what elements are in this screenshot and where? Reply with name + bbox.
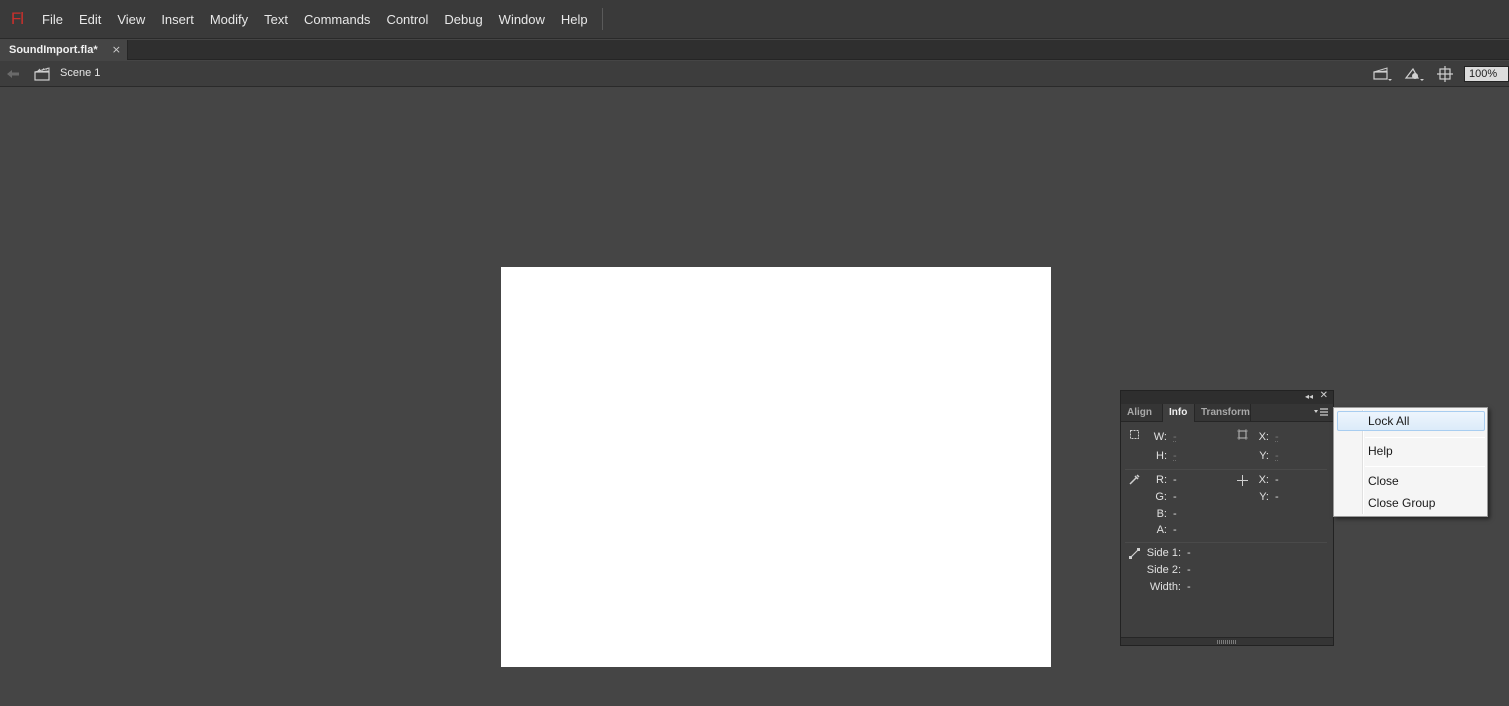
cursor-x-label: X:	[1258, 474, 1269, 486]
panel-tab-bar: Align Info Transform	[1121, 404, 1333, 422]
menu-modify[interactable]: Modify	[202, 0, 256, 39]
crosshair-icon	[1237, 475, 1248, 486]
cursor-y-value: -	[1275, 491, 1279, 503]
width-label: W:	[1153, 431, 1167, 443]
document-tab-label: SoundImport.fla*	[9, 44, 98, 56]
menu-separator	[1365, 437, 1485, 438]
cursor-y-row: Y: -	[1255, 491, 1279, 503]
cursor-y-label: Y:	[1259, 491, 1269, 503]
panel-menu-icon[interactable]	[1313, 407, 1329, 419]
menu-text[interactable]: Text	[256, 0, 296, 39]
red-row: R: -	[1147, 474, 1177, 486]
menu-item-help[interactable]: Help	[1337, 441, 1485, 461]
height-value[interactable]: -	[1173, 450, 1177, 462]
stroke-width-row: Width: -	[1141, 581, 1191, 593]
menu-item-close-group[interactable]: Close Group	[1337, 493, 1485, 513]
red-label: R:	[1156, 474, 1167, 486]
menu-commands[interactable]: Commands	[296, 0, 378, 39]
menu-insert[interactable]: Insert	[153, 0, 202, 39]
panel-divider	[1125, 469, 1327, 470]
stroke-line-icon	[1129, 548, 1140, 559]
menu-item-close[interactable]: Close	[1337, 471, 1485, 491]
panel-titlebar[interactable]: ◂◂ ✕	[1121, 390, 1333, 404]
menu-edit[interactable]: Edit	[71, 0, 109, 39]
document-tab[interactable]: SoundImport.fla* ×	[0, 40, 128, 60]
position-x-value[interactable]: -	[1275, 431, 1279, 443]
flash-logo-icon: Fl	[10, 9, 24, 28]
position-y-value[interactable]: -	[1275, 450, 1279, 462]
green-label: G:	[1155, 491, 1167, 503]
height-label: H:	[1156, 450, 1167, 462]
width-row: W: -	[1147, 431, 1177, 443]
tab-align[interactable]: Align	[1121, 404, 1163, 422]
registration-grid-icon[interactable]	[1237, 429, 1248, 440]
position-y-row: Y: -	[1255, 450, 1279, 462]
center-stage-icon[interactable]	[1436, 66, 1456, 82]
width-value[interactable]: -	[1173, 431, 1177, 443]
bounding-box-icon	[1129, 429, 1140, 440]
edit-scene-icon[interactable]	[1372, 66, 1392, 82]
side2-row: Side 2: -	[1141, 564, 1191, 576]
alpha-value: -	[1173, 524, 1177, 536]
panel-resize-grip[interactable]	[1121, 637, 1333, 645]
blue-label: B:	[1156, 508, 1167, 520]
eyedropper-icon	[1129, 474, 1140, 485]
panel-options-menu: Lock All Help Close Close Group	[1333, 407, 1488, 517]
side1-value: -	[1187, 547, 1191, 559]
side2-label: Side 2:	[1146, 564, 1181, 576]
menu-window[interactable]: Window	[491, 0, 553, 39]
stroke-width-label: Width:	[1149, 581, 1181, 593]
close-tab-icon[interactable]: ×	[112, 43, 121, 56]
side1-label: Side 1:	[1146, 547, 1181, 559]
stage-canvas[interactable]	[501, 267, 1051, 667]
collapse-panel-icon[interactable]: ◂◂	[1305, 392, 1313, 401]
cursor-x-row: X: -	[1255, 474, 1279, 486]
menu-view[interactable]: View	[109, 0, 153, 39]
position-x-row: X: -	[1255, 431, 1279, 443]
edit-bar: Scene 1 100%	[0, 61, 1509, 87]
scene-clapper-icon	[34, 67, 50, 81]
side1-row: Side 1: -	[1141, 547, 1191, 559]
alpha-row: A: -	[1147, 524, 1177, 536]
blue-value: -	[1173, 508, 1177, 520]
stroke-width-value: -	[1187, 581, 1191, 593]
blue-row: B: -	[1147, 508, 1177, 520]
menu-debug[interactable]: Debug	[436, 0, 490, 39]
edit-symbols-icon[interactable]	[1404, 66, 1424, 82]
green-value: -	[1173, 491, 1177, 503]
grip-lines-icon	[1217, 640, 1237, 644]
red-value: -	[1173, 474, 1177, 486]
menu-control[interactable]: Control	[378, 0, 436, 39]
panel-divider	[1125, 542, 1327, 543]
height-row: H: -	[1147, 450, 1177, 462]
scene-label[interactable]: Scene 1	[60, 67, 100, 79]
menu-item-lock-all[interactable]: Lock All	[1337, 411, 1485, 431]
back-arrow-icon[interactable]	[6, 67, 20, 81]
tab-transform[interactable]: Transform	[1195, 404, 1251, 422]
menu-bar: Fl File Edit View Insert Modify Text Com…	[0, 0, 1509, 39]
menu-file[interactable]: File	[34, 0, 71, 39]
info-panel: ◂◂ ✕ Align Info Transform W: - H: - X: - Y:…	[1120, 390, 1334, 646]
close-panel-icon[interactable]: ✕	[1320, 390, 1328, 401]
cursor-x-value: -	[1275, 474, 1279, 486]
alpha-label: A:	[1156, 524, 1167, 536]
menu-divider	[601, 8, 603, 30]
document-tab-bar: SoundImport.fla* ×	[0, 40, 1509, 60]
position-y-label: Y:	[1259, 450, 1269, 462]
zoom-input[interactable]: 100%	[1464, 66, 1509, 82]
menu-help[interactable]: Help	[553, 0, 596, 39]
position-x-label: X:	[1258, 431, 1269, 443]
green-row: G: -	[1147, 491, 1177, 503]
tab-info[interactable]: Info	[1163, 404, 1195, 422]
menu-separator	[1365, 466, 1485, 467]
side2-value: -	[1187, 564, 1191, 576]
